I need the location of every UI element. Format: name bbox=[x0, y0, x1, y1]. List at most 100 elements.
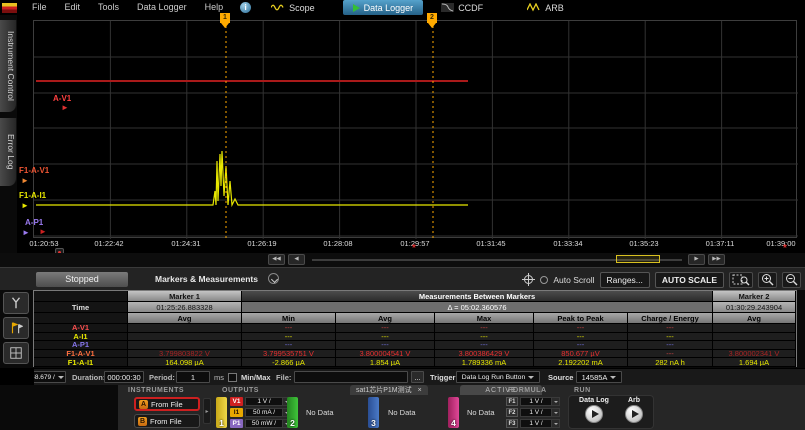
channel2-color-bar: 2 bbox=[287, 397, 298, 428]
chart-canvas bbox=[34, 21, 798, 239]
f1-scale-dropdown[interactable]: 1 V / bbox=[520, 397, 560, 406]
measurement-setup-button[interactable] bbox=[3, 292, 29, 314]
auto-scroll-radio[interactable] bbox=[540, 276, 548, 284]
instruments-header: INSTRUMENTS bbox=[128, 387, 184, 394]
time-tick: 01:31:45 bbox=[463, 239, 519, 248]
menu-tools[interactable]: Tools bbox=[89, 0, 128, 15]
tab-data-logger[interactable]: Data Logger bbox=[343, 0, 424, 15]
marker2-flag[interactable]: 2 bbox=[427, 13, 437, 23]
status-row: Stopped Markers & Measurements Auto Scro… bbox=[0, 267, 805, 290]
output-file-tab[interactable]: sat1芯片P1M测试 × bbox=[350, 385, 428, 395]
menu-data-logger[interactable]: Data Logger bbox=[128, 0, 196, 15]
f3-badge[interactable]: F3 bbox=[506, 419, 518, 428]
sidebar-tab-error-log[interactable]: Error Log bbox=[0, 118, 17, 186]
marker-flags-icon bbox=[9, 321, 23, 335]
add-marker-icon[interactable] bbox=[522, 273, 535, 286]
grid-view-button[interactable] bbox=[3, 342, 29, 364]
collapse-chevron-icon[interactable] bbox=[268, 273, 279, 284]
cell: --- bbox=[628, 350, 713, 359]
browse-button[interactable]: ... bbox=[411, 371, 424, 383]
markers-measurements-label: Markers & Measurements bbox=[155, 274, 258, 284]
tab-data-logger-label: Data Logger bbox=[364, 3, 414, 13]
v1-scale-dropdown[interactable]: 1 V / bbox=[245, 397, 291, 406]
tab-scope[interactable]: Scope bbox=[261, 0, 325, 15]
menu-edit[interactable]: Edit bbox=[56, 0, 90, 15]
time-tick: 01:35:23 bbox=[616, 239, 672, 248]
f2-badge[interactable]: F2 bbox=[506, 408, 518, 417]
logging-control-row: 01:48.679 / Duration: 000:00:30 Period: … bbox=[0, 368, 805, 385]
markers-toggle-button[interactable] bbox=[3, 317, 29, 339]
tab-arb-label: ARB bbox=[545, 3, 564, 13]
scroll-last-button[interactable]: ▶▶ bbox=[708, 254, 725, 265]
i1-scale-dropdown[interactable]: 50 mA / bbox=[245, 408, 291, 417]
cell bbox=[128, 341, 242, 350]
formula-f3-row: F3 1 V / bbox=[506, 419, 560, 428]
sidebar-tab-instrument-control[interactable]: Instrument Control bbox=[0, 20, 17, 112]
instrument-b-button[interactable]: B From File bbox=[134, 414, 200, 428]
trace-arrow-a-p1-icon: ► bbox=[22, 228, 30, 237]
time-tick: 01:26:19 bbox=[234, 239, 290, 248]
row-label-f1-a-i1: F1-A-I1 bbox=[34, 358, 128, 367]
tab-ccdf[interactable]: CCDF bbox=[431, 0, 493, 15]
auto-scale-button[interactable]: AUTO SCALE bbox=[655, 272, 724, 288]
dropdown-arrow-icon bbox=[528, 376, 534, 379]
trace-label-a-p1: A-P1 bbox=[25, 218, 43, 227]
cell: --- bbox=[628, 341, 713, 350]
tab-ccdf-label: CCDF bbox=[458, 3, 483, 13]
channel3-color-bar: 3 bbox=[368, 397, 379, 428]
arb-run-button[interactable] bbox=[625, 405, 643, 423]
sine-wave-icon bbox=[271, 3, 285, 12]
col-header-avg: Avg bbox=[336, 313, 435, 324]
scrollbar-thumb[interactable] bbox=[616, 255, 660, 263]
close-icon[interactable]: × bbox=[418, 387, 422, 394]
col-header-charge-energy: Charge / Energy bbox=[628, 313, 713, 324]
p1-scale-dropdown[interactable]: 50 mW / bbox=[245, 419, 291, 428]
zoom-in-button[interactable] bbox=[758, 272, 777, 288]
time-row-label: Time bbox=[34, 302, 128, 313]
chart-panel: 1 2 A-V1 ► F1-A-V1 ► F1-A-I1 ► A-P1 ► ► … bbox=[17, 15, 805, 253]
f1-badge[interactable]: F1 bbox=[506, 397, 518, 406]
chart-plot-area[interactable] bbox=[33, 20, 797, 238]
row-label-a-v1: A-V1 bbox=[34, 324, 128, 333]
stopped-status-button[interactable]: Stopped bbox=[36, 272, 128, 287]
trigger-dropdown[interactable]: Data Log Run Button bbox=[456, 371, 540, 383]
cell: 282 nA h bbox=[628, 358, 713, 367]
f2-scale-dropdown[interactable]: 1 V / bbox=[520, 408, 560, 417]
cell: 3.799803822 V bbox=[128, 350, 242, 359]
play-icon bbox=[592, 410, 599, 418]
period-input[interactable]: 1 bbox=[176, 371, 210, 383]
marker1-time: 01:25:26.883328 bbox=[128, 302, 242, 313]
zoom-region-button[interactable] bbox=[729, 272, 753, 288]
cell: 1.854 µA bbox=[336, 358, 435, 367]
zoom-region-icon bbox=[732, 273, 750, 286]
scroll-prev-button[interactable]: ◀ bbox=[288, 254, 305, 265]
zoom-out-button[interactable] bbox=[782, 272, 801, 288]
row-label-a-p1: A-P1 bbox=[34, 341, 128, 350]
source-dropdown[interactable]: 14585A bbox=[576, 371, 622, 383]
run-panel: Data Log Arb bbox=[568, 395, 654, 429]
channel4-color-bar: 4 bbox=[448, 397, 459, 428]
instruments-expander[interactable]: ▸ bbox=[203, 398, 211, 424]
marker1-flag[interactable]: 1 bbox=[220, 13, 230, 23]
file-input[interactable] bbox=[294, 371, 408, 383]
cell: --- bbox=[435, 333, 534, 342]
minmax-checkbox[interactable] bbox=[228, 373, 237, 382]
p1-badge: P1 bbox=[230, 419, 243, 428]
tab-scope-label: Scope bbox=[289, 3, 315, 13]
cell: -2.866 µA bbox=[242, 358, 336, 367]
ranges-button[interactable]: Ranges... bbox=[600, 272, 650, 288]
scroll-first-button[interactable]: ◀◀ bbox=[268, 254, 285, 265]
cell: --- bbox=[628, 324, 713, 333]
f3-scale-dropdown[interactable]: 1 V / bbox=[520, 419, 560, 428]
outputs-header: OUTPUTS bbox=[222, 387, 259, 394]
scroll-next-button[interactable]: ▶ bbox=[688, 254, 705, 265]
menu-file[interactable]: File bbox=[23, 0, 56, 15]
info-icon[interactable]: i bbox=[240, 2, 251, 13]
instrument-a-button[interactable]: A From File bbox=[134, 397, 200, 411]
time-tick: 01:24:31 bbox=[158, 239, 214, 248]
tab-arb[interactable]: ARB bbox=[517, 0, 574, 15]
zoom-in-icon bbox=[761, 273, 774, 286]
datalog-run-button[interactable] bbox=[585, 405, 603, 423]
cell: 1.789336 mA bbox=[435, 358, 534, 367]
arb-run-label: Arb bbox=[619, 397, 649, 404]
